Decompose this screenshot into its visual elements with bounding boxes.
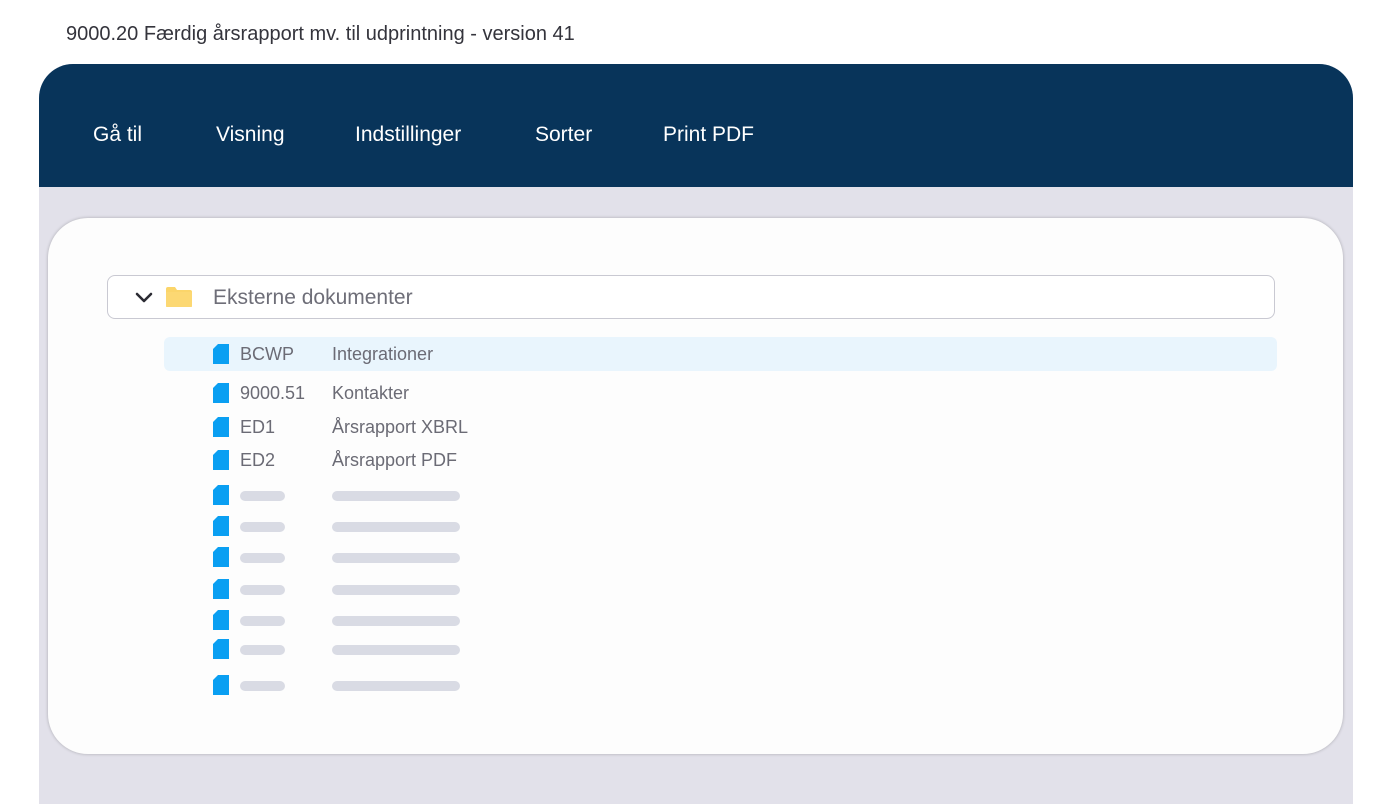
- document-row-ed1[interactable]: ED1 Årsrapport XBRL: [164, 410, 1277, 444]
- document-tree-panel: Eksterne dokumenter BCWP Integrationer 9…: [48, 218, 1343, 754]
- placeholder-code: [240, 645, 285, 655]
- document-icon: [213, 610, 229, 630]
- document-icon: [213, 450, 229, 470]
- menu-item-indstillinger[interactable]: Indstillinger: [355, 123, 461, 147]
- placeholder-code: [240, 681, 285, 691]
- placeholder-code: [240, 616, 285, 626]
- page-title: 9000.20 Færdig årsrapport mv. til udprin…: [66, 23, 575, 45]
- placeholder-row: [164, 632, 1277, 666]
- document-row-9000-51[interactable]: 9000.51 Kontakter: [164, 376, 1277, 410]
- document-icon: [213, 547, 229, 567]
- placeholder-row: [164, 540, 1277, 574]
- menu-item-visning[interactable]: Visning: [216, 123, 285, 147]
- placeholder-row: [164, 478, 1277, 512]
- folder-row[interactable]: Eksterne dokumenter: [107, 275, 1275, 319]
- document-row-bcwp[interactable]: BCWP Integrationer: [164, 337, 1277, 371]
- document-code: BCWP: [240, 344, 294, 364]
- document-name: Årsrapport XBRL: [332, 417, 469, 437]
- chevron-down-icon[interactable]: [134, 290, 154, 306]
- document-icon: [213, 675, 229, 695]
- document-name: Årsrapport PDF: [332, 450, 458, 470]
- document-icon: [213, 485, 229, 505]
- placeholder-code: [240, 585, 285, 595]
- app-frame: Gå til Visning Indstillinger Sorter Prin…: [39, 64, 1353, 804]
- placeholder-row: [164, 509, 1277, 543]
- menubar: Gå til Visning Indstillinger Sorter Prin…: [39, 64, 1353, 187]
- document-name: Integrationer: [332, 344, 434, 364]
- placeholder-name: [332, 616, 460, 626]
- menu-item-print-pdf[interactable]: Print PDF: [663, 123, 754, 147]
- placeholder-name: [332, 681, 460, 691]
- placeholder-name: [332, 645, 460, 655]
- menu-item-ga-til[interactable]: Gå til: [93, 123, 142, 147]
- document-icon: [213, 516, 229, 536]
- folder-label: Eksterne dokumenter: [213, 286, 413, 309]
- document-icon: [213, 344, 229, 364]
- placeholder-name: [332, 585, 460, 595]
- document-row-ed2[interactable]: ED2 Årsrapport PDF: [164, 443, 1277, 477]
- placeholder-code: [240, 522, 285, 532]
- document-icon: [213, 639, 229, 659]
- document-icon: [213, 417, 229, 437]
- menu-item-sorter[interactable]: Sorter: [535, 123, 592, 147]
- placeholder-code: [240, 491, 285, 501]
- folder-icon: [166, 287, 192, 307]
- placeholder-row: [164, 572, 1277, 606]
- placeholder-code: [240, 553, 285, 563]
- placeholder-name: [332, 522, 460, 532]
- placeholder-name: [332, 491, 460, 501]
- document-icon: [213, 383, 229, 403]
- document-name: Kontakter: [332, 383, 410, 403]
- placeholder-row: [164, 668, 1277, 702]
- document-code: 9000.51: [240, 383, 306, 403]
- document-icon: [213, 579, 229, 599]
- document-code: ED2: [240, 450, 276, 470]
- document-code: ED1: [240, 417, 276, 437]
- placeholder-name: [332, 553, 460, 563]
